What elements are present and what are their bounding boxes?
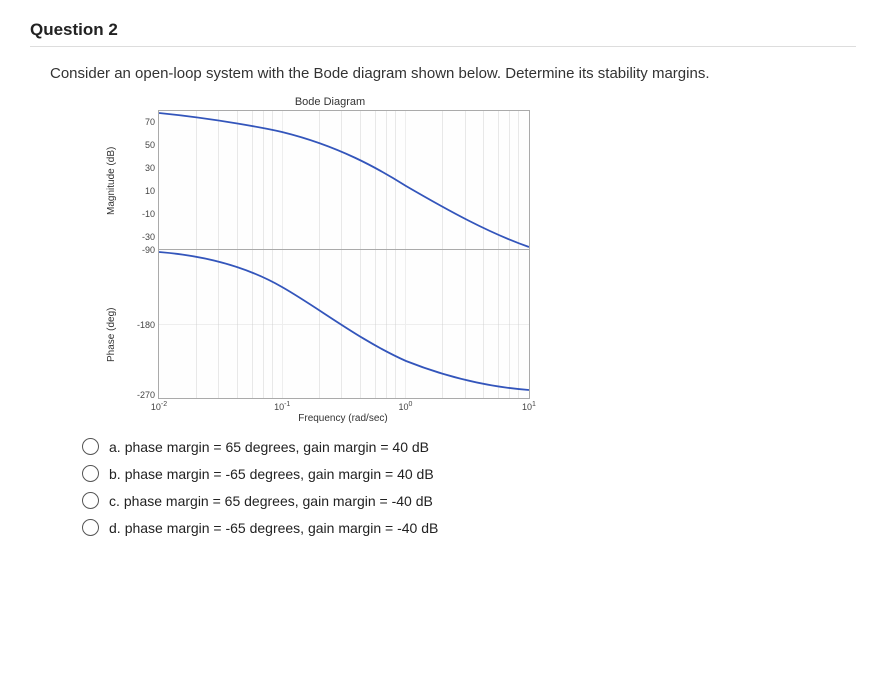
answer-option-a[interactable]: a.phase margin = 65 degrees, gain margin… <box>82 438 856 455</box>
answer-letter: a. <box>109 439 121 455</box>
ytick: 30 <box>125 163 155 173</box>
chart-title: Bode Diagram <box>90 96 570 108</box>
xtick: 10-2 <box>151 401 167 412</box>
radio-icon[interactable] <box>82 465 99 482</box>
ytick: 70 <box>125 117 155 127</box>
radio-icon[interactable] <box>82 519 99 536</box>
ylabel-phase: Phase (deg) <box>106 308 117 362</box>
ytick: -10 <box>125 209 155 219</box>
xtick: 10-1 <box>274 401 290 412</box>
answer-text: phase margin = 65 degrees, gain margin =… <box>124 493 433 509</box>
answer-option-d[interactable]: d.phase margin = -65 degrees, gain margi… <box>82 519 856 536</box>
question-text: Consider an open-loop system with the Bo… <box>50 65 856 82</box>
answer-option-c[interactable]: c.phase margin = 65 degrees, gain margin… <box>82 492 856 509</box>
answer-option-b[interactable]: b.phase margin = -65 degrees, gain margi… <box>82 465 856 482</box>
question-title: Question 2 <box>30 20 856 47</box>
ytick: 50 <box>125 140 155 150</box>
magnitude-curve <box>159 111 529 249</box>
ytick: -180 <box>125 320 155 330</box>
answer-options: a.phase margin = 65 degrees, gain margin… <box>82 438 856 536</box>
answer-text: phase margin = -65 degrees, gain margin … <box>125 466 434 482</box>
bode-diagram: Bode Diagram Magnitude (dB) Phase (deg) … <box>90 96 570 424</box>
answer-text: phase margin = -65 degrees, gain margin … <box>125 520 439 536</box>
magnitude-plot: 70 50 30 10 -10 -30 <box>158 110 530 249</box>
ytick: 10 <box>125 186 155 196</box>
ytick: -270 <box>125 390 155 400</box>
ytick: -30 <box>125 232 155 242</box>
xtick: 101 <box>522 401 536 412</box>
ytick: -90 <box>125 245 155 255</box>
xlabel: Frequency (rad/sec) <box>158 413 528 424</box>
answer-text: phase margin = 65 degrees, gain margin =… <box>125 439 429 455</box>
radio-icon[interactable] <box>82 492 99 509</box>
phase-curve <box>159 250 529 398</box>
answer-letter: c. <box>109 493 120 509</box>
answer-letter: d. <box>109 520 121 536</box>
radio-icon[interactable] <box>82 438 99 455</box>
xtick: 100 <box>398 401 412 412</box>
answer-letter: b. <box>109 466 121 482</box>
phase-plot: -90 -180 -270 10-2 10-1 100 101 <box>158 249 530 399</box>
ylabel-magnitude: Magnitude (dB) <box>106 147 117 215</box>
